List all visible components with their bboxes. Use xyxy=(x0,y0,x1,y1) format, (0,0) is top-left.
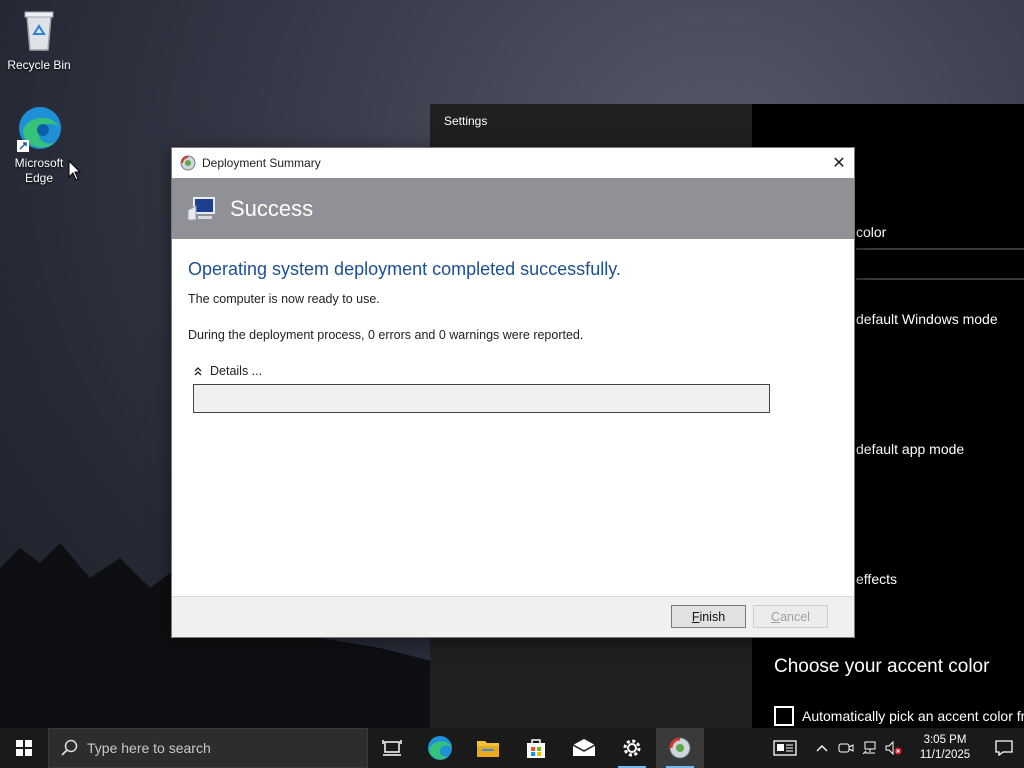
file-explorer-icon[interactable] xyxy=(464,728,512,768)
mouse-cursor-icon xyxy=(68,160,82,181)
desktop-icon-recycle-bin[interactable]: Recycle Bin xyxy=(0,6,78,73)
status-headline: Operating system deployment completed su… xyxy=(188,259,621,279)
desktop-icon-edge[interactable]: Microsoft Edge xyxy=(0,104,78,186)
auto-accent-checkbox-row[interactable]: Automatically pick an accent color fr xyxy=(774,706,1024,726)
microsoft-store-icon[interactable] xyxy=(512,728,560,768)
taskbar-search-box[interactable]: Type here to search xyxy=(48,728,368,768)
status-line-ready: The computer is now ready to use. xyxy=(188,292,380,306)
deployment-summary-dialog: Deployment Summary ✕ Success Operating s… xyxy=(171,147,855,638)
finish-button[interactable]: Finish xyxy=(671,605,746,628)
task-view-icon[interactable] xyxy=(368,728,416,768)
edge-icon[interactable] xyxy=(416,728,464,768)
status-line-errors: During the deployment process, 0 errors … xyxy=(188,328,584,342)
deployment-app-icon xyxy=(180,155,196,171)
clock-date: 11/1/2025 xyxy=(919,749,971,761)
news-widget-icon[interactable] xyxy=(766,728,804,768)
details-text-box[interactable] xyxy=(193,384,770,413)
divider xyxy=(856,278,1024,280)
cancel-button[interactable]: Cancel xyxy=(753,605,828,628)
dialog-header-band: Success xyxy=(172,178,854,239)
settings-row-windows-mode[interactable]: default Windows mode xyxy=(856,311,998,327)
chevron-up-icon[interactable] xyxy=(810,728,834,768)
network-icon[interactable] xyxy=(858,728,882,768)
computer-icon xyxy=(187,196,215,220)
chevron-up-icon[interactable] xyxy=(192,365,204,377)
windows-logo-icon xyxy=(16,740,32,756)
details-label: Details ... xyxy=(210,364,263,378)
mail-icon[interactable] xyxy=(560,728,608,768)
divider xyxy=(856,248,1024,250)
settings-icon[interactable] xyxy=(608,728,656,768)
dialog-body: Operating system deployment completed su… xyxy=(172,239,854,597)
settings-row-effects[interactable]: effects xyxy=(856,571,897,587)
dialog-header-title: Success xyxy=(230,195,314,221)
settings-row-color[interactable]: color xyxy=(856,224,886,240)
search-placeholder: Type here to search xyxy=(87,740,211,756)
meet-now-icon[interactable] xyxy=(834,728,858,768)
deployment-taskbar-icon[interactable] xyxy=(656,728,704,768)
settings-title: Settings xyxy=(444,114,488,128)
dialog-footer: Finish Cancel xyxy=(172,596,854,637)
taskbar: Type here to search 3:05 PM 11/1/2025 xyxy=(0,728,1024,768)
recycle-bin-icon xyxy=(15,6,63,54)
settings-row-app-mode[interactable]: default app mode xyxy=(856,441,964,457)
auto-accent-checkbox[interactable] xyxy=(774,706,794,726)
notification-center-icon[interactable] xyxy=(984,728,1024,768)
close-icon[interactable]: ✕ xyxy=(824,148,854,178)
dialog-title: Deployment Summary xyxy=(202,156,321,170)
clock-time: 3:05 PM xyxy=(923,734,967,746)
search-icon xyxy=(61,739,78,756)
desktop-icon-label: Recycle Bin xyxy=(7,58,71,72)
taskbar-clock[interactable]: 3:05 PM 11/1/2025 xyxy=(912,733,978,763)
dialog-titlebar[interactable]: Deployment Summary ✕ xyxy=(172,148,854,178)
accent-color-heading: Choose your accent color xyxy=(774,656,990,677)
edge-icon xyxy=(15,104,63,152)
desktop-icon-label: Microsoft Edge xyxy=(14,156,64,185)
system-tray: 3:05 PM 11/1/2025 xyxy=(766,728,1024,768)
auto-accent-label: Automatically pick an accent color fr xyxy=(802,708,1024,724)
start-button[interactable] xyxy=(0,728,48,768)
volume-muted-icon[interactable] xyxy=(882,728,906,768)
details-toggle[interactable]: Details ... xyxy=(192,364,838,378)
